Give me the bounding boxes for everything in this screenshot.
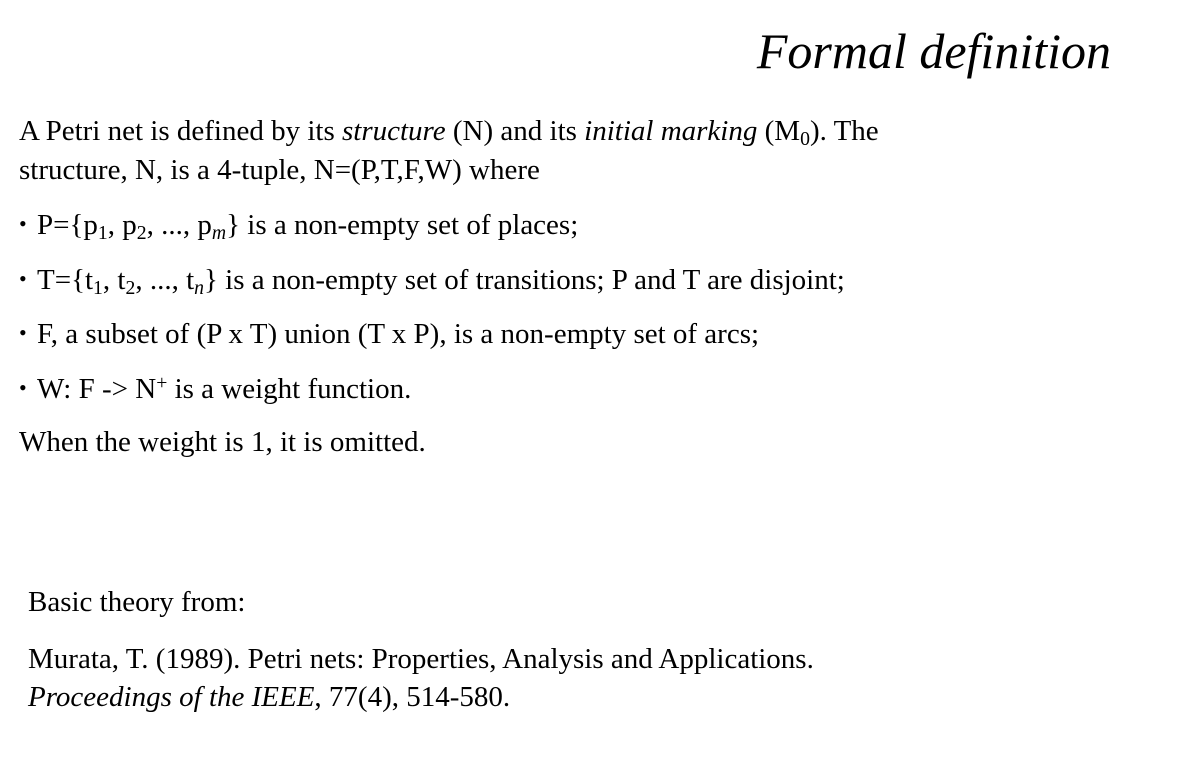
citation: Murata, T. (1989). Petri nets: Propertie… (28, 640, 1148, 716)
journal-title: Proceedings of the IEEE (28, 681, 315, 713)
weight-item: • W: F -> N+ is a weight function. (19, 368, 845, 423)
bullet-icon: • (19, 374, 27, 400)
intro-line-1: A Petri net is defined by its structure … (19, 115, 879, 150)
intro-line-2: structure, N, is a 4-tuple, N=(P,T,F,W) … (19, 154, 540, 186)
reference-heading: Basic theory from: (28, 586, 246, 618)
initial-marking-term: initial marking (584, 115, 758, 147)
intro-paragraph: A Petri net is defined by its structure … (19, 112, 1169, 190)
structure-term: structure (342, 115, 446, 147)
arcs-item: • F, a subset of (P x T) union (T x P), i… (19, 313, 845, 368)
bullet-icon: • (19, 320, 27, 345)
marking-subscript: 0 (800, 127, 810, 150)
bullet-icon: • (19, 211, 27, 236)
closing-note: When the weight is 1, it is omitted. (19, 426, 426, 458)
definition-list: • P={p1, p2, ..., pm} is a non-empty set … (19, 204, 845, 422)
transitions-item: • T={t1, t2, ..., tn} is a non-empty set … (19, 259, 845, 314)
bullet-icon: • (19, 265, 27, 291)
slide-title: Formal definition (756, 23, 1111, 79)
citation-line-2: Proceedings of the IEEE, 77(4), 514-580. (28, 681, 511, 713)
citation-line-1: Murata, T. (1989). Petri nets: Propertie… (28, 643, 814, 675)
places-item: • P={p1, p2, ..., pm} is a non-empty set … (19, 204, 845, 259)
